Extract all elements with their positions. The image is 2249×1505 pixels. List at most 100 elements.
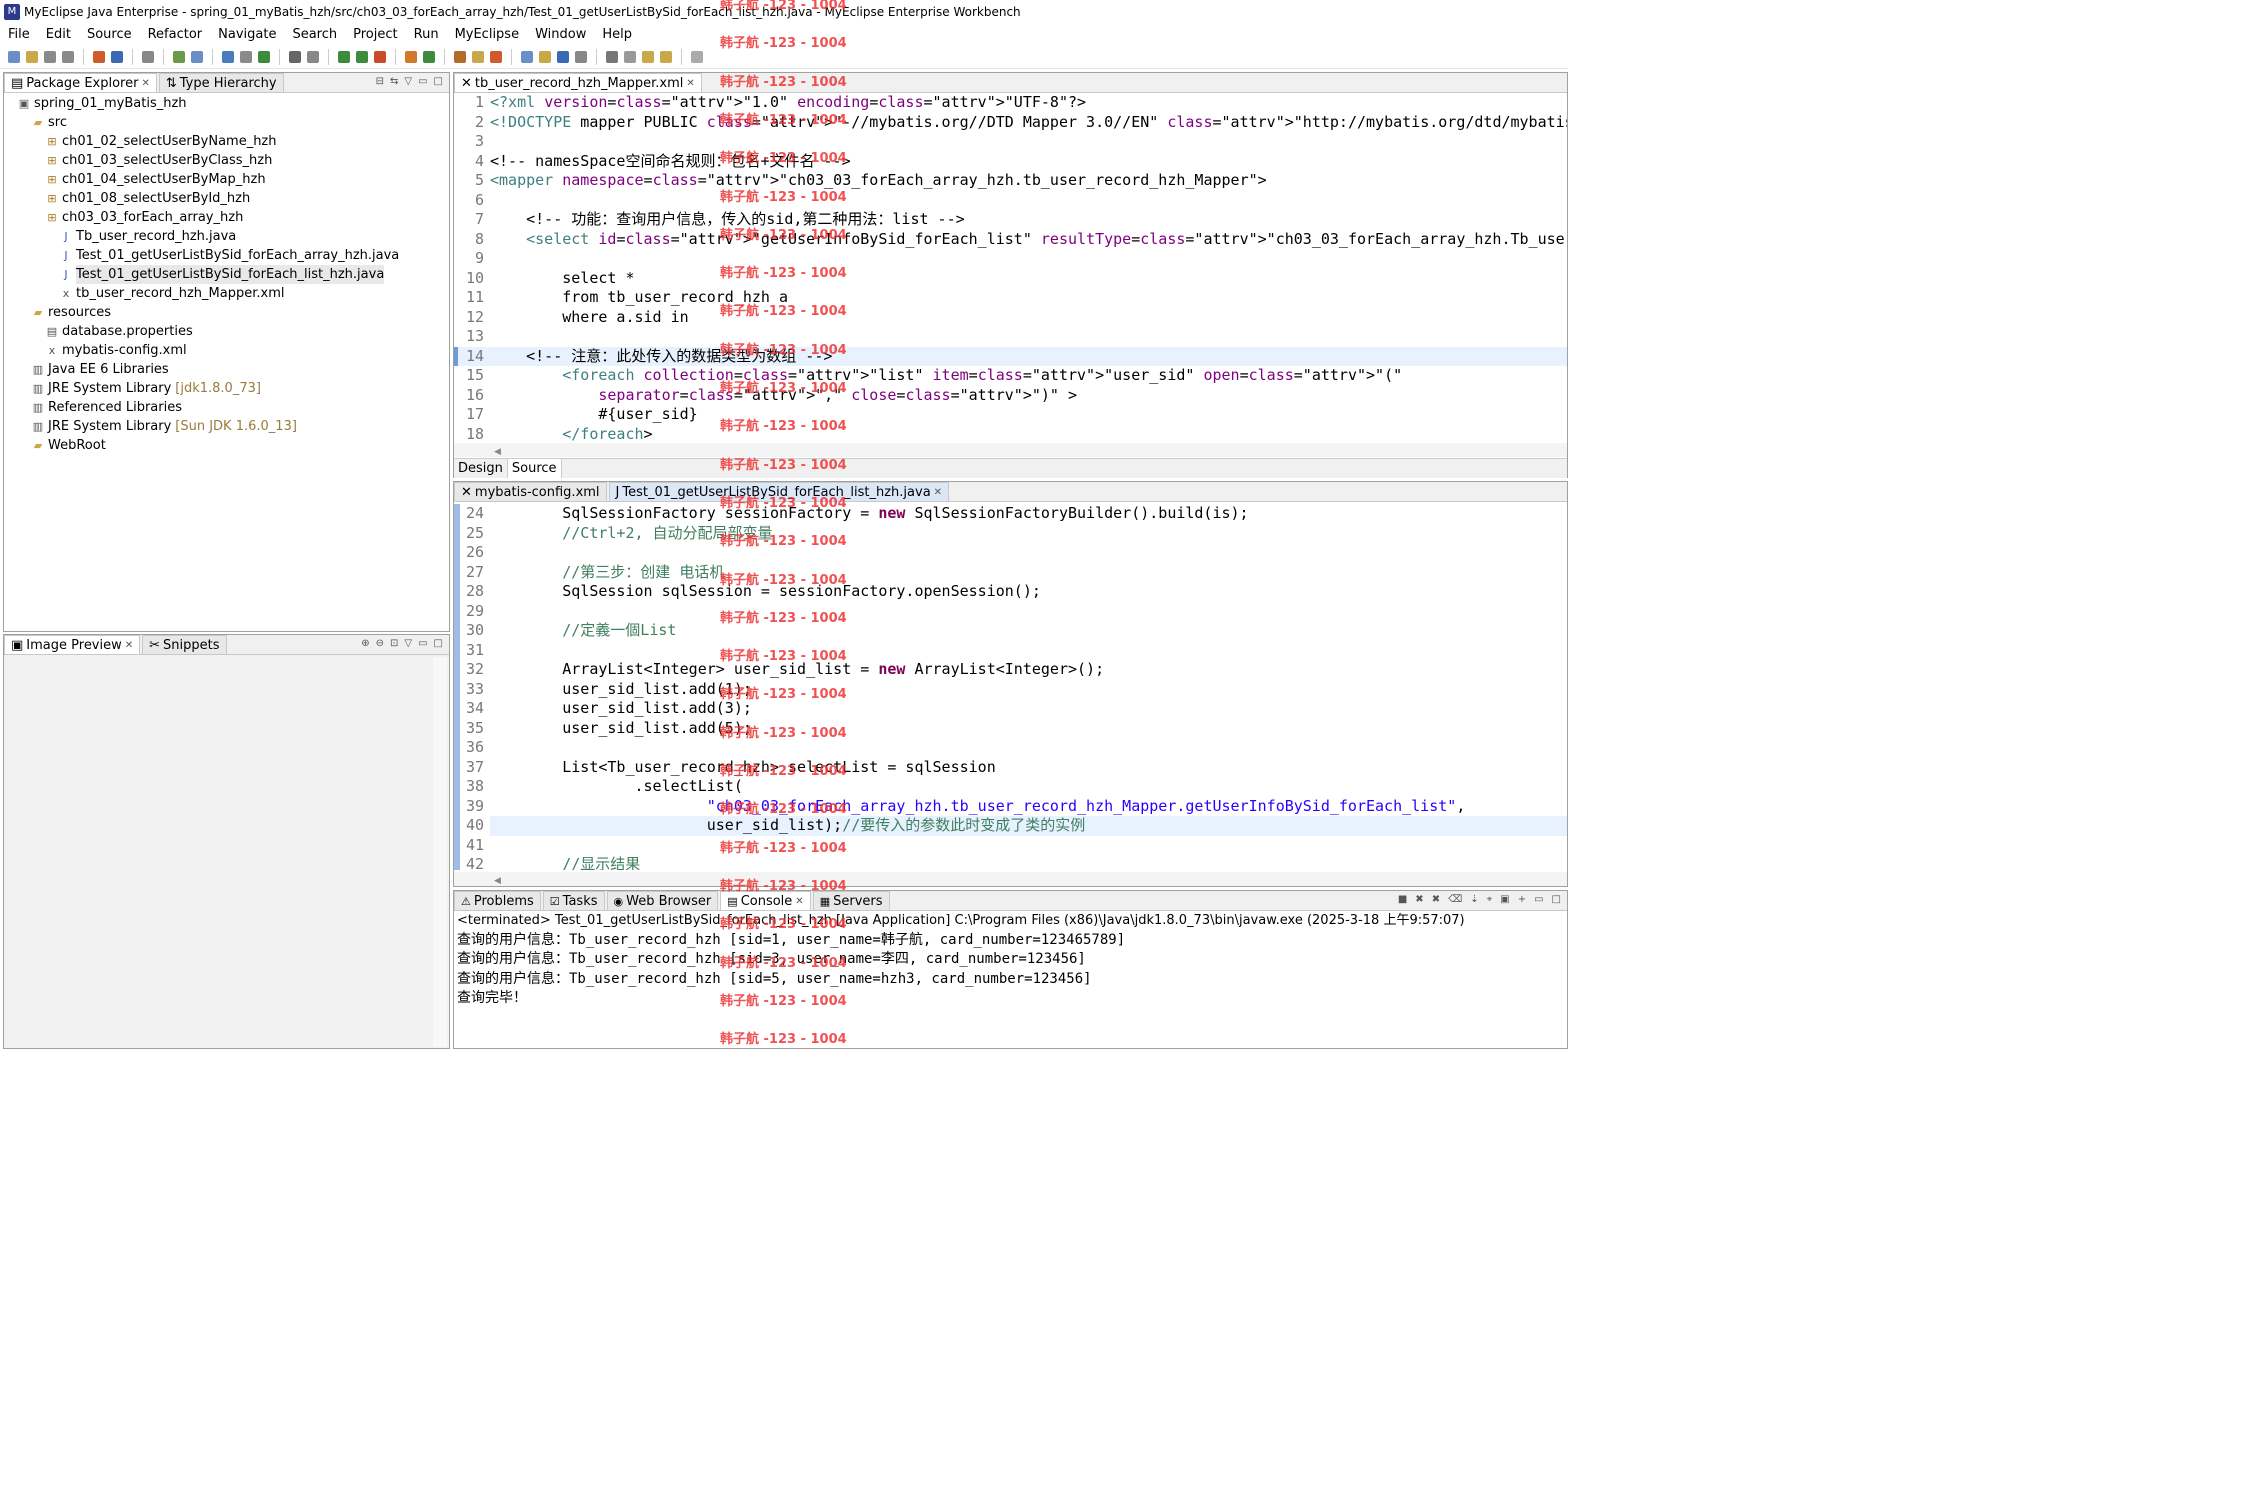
collapse-all-icon[interactable]: ⊟ xyxy=(376,76,384,87)
tab-mapper-xml[interactable]: ✕ tb_user_record_hzh_Mapper.xml ✕ xyxy=(454,73,702,92)
close-icon[interactable]: ✕ xyxy=(934,487,942,498)
code-line[interactable]: //定義一個List xyxy=(490,621,1465,641)
toolbar-button-icon[interactable] xyxy=(173,50,185,63)
tree-item[interactable]: ▥ Java EE 6 Libraries xyxy=(4,360,449,379)
tree-item[interactable]: ⊞ ch03_03_forEach_array_hzh xyxy=(4,208,449,227)
code-line[interactable]: //显示结果 xyxy=(490,855,1465,870)
code-line[interactable]: #{user_sid} xyxy=(490,405,1567,425)
toolbar-button-icon[interactable] xyxy=(374,50,386,63)
scroll-left-icon[interactable]: ◀ xyxy=(454,447,501,457)
code-line[interactable] xyxy=(490,249,1567,269)
tab-image-preview[interactable]: ▣ Image Preview ✕ xyxy=(4,635,141,654)
close-icon[interactable]: ✕ xyxy=(686,78,694,89)
toolbar-button-icon[interactable] xyxy=(454,50,466,63)
tree-item[interactable]: ▣ spring_01_myBatis_hzh xyxy=(4,94,449,113)
scroll-left-icon[interactable]: ◀ xyxy=(454,876,501,886)
toolbar-button-icon[interactable] xyxy=(606,50,618,63)
close-icon[interactable]: ✕ xyxy=(125,640,133,651)
menu-file[interactable]: File xyxy=(0,27,38,42)
toolbar-button-icon[interactable] xyxy=(258,50,270,63)
tree-item[interactable]: J Test_01_getUserListBySid_forEach_array_… xyxy=(4,246,449,265)
close-icon[interactable]: ✕ xyxy=(795,896,803,907)
toolbar-button-icon[interactable] xyxy=(624,50,636,63)
code-line[interactable]: <mapper namespace=class="attrv">"ch03_03… xyxy=(490,171,1567,191)
maximize-icon[interactable]: □ xyxy=(434,638,443,649)
toolbar-button-icon[interactable] xyxy=(191,50,203,63)
toolbar-button-icon[interactable] xyxy=(660,50,672,63)
minimize-icon[interactable]: ▭ xyxy=(418,76,427,87)
menu-navigate[interactable]: Navigate xyxy=(210,27,284,42)
tree-item[interactable]: ▰ WebRoot xyxy=(4,436,449,455)
toolbar-button-icon[interactable] xyxy=(142,50,154,63)
code-line[interactable]: from tb_user_record_hzh a xyxy=(490,288,1567,308)
tab-design[interactable]: Design xyxy=(454,459,508,478)
toolbar-button-icon[interactable] xyxy=(356,50,368,63)
tab-source[interactable]: Source xyxy=(507,459,562,478)
menu-refactor[interactable]: Refactor xyxy=(140,27,211,42)
scroll-lock-icon[interactable]: ⇣ xyxy=(1470,894,1478,905)
code-line[interactable] xyxy=(490,836,1465,856)
toolbar-button-icon[interactable] xyxy=(307,50,319,63)
tab-web-browser[interactable]: ◉ Web Browser xyxy=(606,891,719,910)
toolbar-button-icon[interactable] xyxy=(26,50,38,63)
java-horizontal-scrollbar[interactable]: ◀ xyxy=(454,872,1567,886)
toolbar-button-icon[interactable] xyxy=(405,50,417,63)
minimize-icon[interactable]: ▭ xyxy=(418,638,427,649)
toolbar-button-icon[interactable] xyxy=(93,50,105,63)
minimize-icon[interactable]: ▭ xyxy=(1534,894,1543,905)
code-line[interactable]: //第三步：创建 电话机 xyxy=(490,563,1465,583)
toolbar-button-icon[interactable] xyxy=(472,50,484,63)
toolbar-button-icon[interactable] xyxy=(240,50,252,63)
code-line[interactable]: separator=class="attrv">"," close=class=… xyxy=(490,386,1567,406)
code-line[interactable]: <?xml version=class="attrv">"1.0" encodi… xyxy=(490,93,1567,113)
code-line[interactable]: ArrayList<Integer> user_sid_list = new A… xyxy=(490,660,1465,680)
code-line[interactable] xyxy=(490,327,1567,347)
tab-mybatis-config[interactable]: ✕ mybatis-config.xml xyxy=(454,482,607,501)
tree-item[interactable]: ▥ JRE System Library [Sun JDK 1.6.0_13] xyxy=(4,417,449,436)
link-editor-icon[interactable]: ⇆ xyxy=(390,76,398,87)
tab-snippets[interactable]: ✂ Snippets xyxy=(142,635,227,654)
code-line[interactable]: List<Tb_user_record_hzh> selectList = sq… xyxy=(490,758,1465,778)
toolbar-button-icon[interactable] xyxy=(490,50,502,63)
code-line[interactable]: //Ctrl+2, 自动分配局部变量 xyxy=(490,524,1465,544)
display-console-icon[interactable]: ▣ xyxy=(1500,894,1509,905)
tree-item[interactable]: x mybatis-config.xml xyxy=(4,341,449,360)
zoom-in-icon[interactable]: ⊕ xyxy=(361,638,369,649)
tab-problems[interactable]: ⚠ Problems xyxy=(454,891,541,910)
menu-source[interactable]: Source xyxy=(79,27,140,42)
code-line[interactable]: select * xyxy=(490,269,1567,289)
menu-run[interactable]: Run xyxy=(406,27,447,42)
tab-servers[interactable]: ▦ Servers xyxy=(812,891,890,910)
menu-help[interactable]: Help xyxy=(594,27,640,42)
tree-item[interactable]: ▰ src xyxy=(4,113,449,132)
code-line[interactable]: user_sid_list.add(3); xyxy=(490,699,1465,719)
tree-item[interactable]: ⊞ ch01_02_selectUserByName_hzh xyxy=(4,132,449,151)
xml-source-area[interactable]: 1 2 3 4 5 6 7 8 9 10 11 12 13 14 15 16 17 18 <?xml versio… xyxy=(454,93,1567,443)
xml-horizontal-scrollbar[interactable]: ◀ xyxy=(454,443,1567,457)
code-line[interactable]: <!-- 功能：查询用户信息，传入的sid,第二种用法：list --> xyxy=(490,210,1567,230)
tree-item[interactable]: ⊞ ch01_04_selectUserByMap_hzh xyxy=(4,170,449,189)
tab-console[interactable]: ▤ Console ✕ xyxy=(720,891,811,910)
view-menu-icon[interactable]: ▽ xyxy=(404,638,412,649)
code-line[interactable]: <select id=class="attrv">"getUserInfoByS… xyxy=(490,230,1567,250)
code-line[interactable] xyxy=(490,602,1465,622)
code-line[interactable]: SqlSession sqlSession = sessionFactory.o… xyxy=(490,582,1465,602)
code-line[interactable]: <!-- namesSpace空间命名规则：包名+文件名 --> xyxy=(490,152,1567,172)
java-source-area[interactable]: 24 25 26 27 28 29 30 31 32 33 34 35 36 37 38 39 40 41 42 S… xyxy=(454,504,1567,870)
toolbar-button-icon[interactable] xyxy=(557,50,569,63)
tree-item[interactable]: J Test_01_getUserListBySid_forEach_list_h… xyxy=(4,265,449,284)
toolbar-button-icon[interactable] xyxy=(642,50,654,63)
code-line[interactable]: "ch03_03_forEach_array_hzh.tb_user_recor… xyxy=(490,797,1466,817)
view-menu-icon[interactable]: ▽ xyxy=(404,76,412,87)
tree-item[interactable]: ▥ JRE System Library [jdk1.8.0_73] xyxy=(4,379,449,398)
tab-test-java[interactable]: J Test_01_getUserListBySid_forEach_list_h… xyxy=(608,482,950,501)
zoom-out-icon[interactable]: ⊖ xyxy=(376,638,384,649)
toolbar-button-icon[interactable] xyxy=(539,50,551,63)
code-line[interactable]: user_sid_list.add(5); xyxy=(490,719,1465,739)
code-line[interactable] xyxy=(490,132,1567,152)
menu-edit[interactable]: Edit xyxy=(38,27,79,42)
preview-scrollbar[interactable] xyxy=(433,657,447,1047)
code-line[interactable]: .selectList( xyxy=(490,777,1465,797)
tree-item[interactable]: ▥ Referenced Libraries xyxy=(4,398,449,417)
code-line[interactable]: user_sid_list.add(1); xyxy=(490,680,1465,700)
